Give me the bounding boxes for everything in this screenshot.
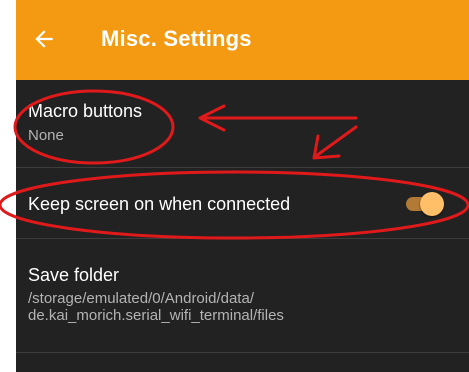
- pref-save-folder[interactable]: Save folder /storage/emulated/0/Android/…: [16, 239, 469, 352]
- arrow-left-icon[interactable]: [31, 26, 57, 52]
- keep-screen-on-toggle[interactable]: [406, 192, 444, 216]
- page-title: Misc. Settings: [101, 26, 252, 51]
- pref-summary: None: [28, 127, 64, 144]
- pref-title: Macro buttons: [28, 101, 143, 121]
- app-bar: Misc. Settings: [16, 0, 469, 80]
- switch-thumb: [420, 192, 444, 216]
- pref-keep-screen-on[interactable]: Keep screen on when connected: [16, 168, 469, 238]
- pref-macro-buttons[interactable]: Macro buttons None: [16, 80, 469, 167]
- settings-screen: Misc. Settings Macro buttons None Keep s…: [16, 0, 469, 372]
- pref-title: Keep screen on when connected: [28, 194, 291, 214]
- divider: [16, 352, 469, 353]
- pref-title: Save folder: [28, 265, 120, 285]
- pref-summary: /storage/emulated/0/Android/data/ de.kai…: [28, 290, 284, 324]
